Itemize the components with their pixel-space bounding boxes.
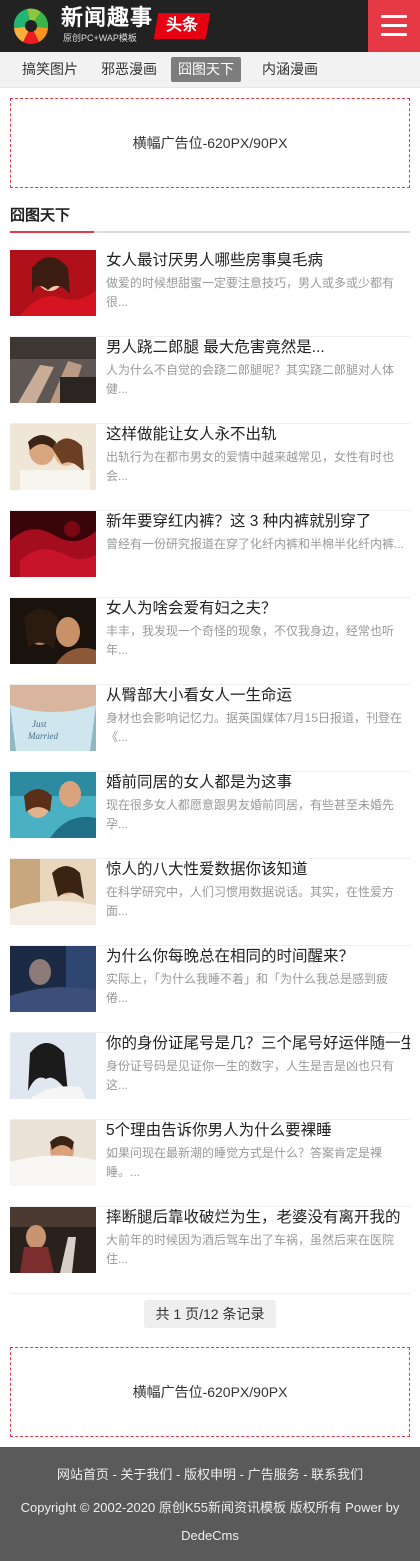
tab-evil-comics[interactable]: 邪恶漫画 xyxy=(94,57,164,82)
article-title[interactable]: 女人最讨厌男人哪些房事臭毛病 xyxy=(106,249,410,273)
list-item[interactable]: 新年要穿红内裤？这 3 种内裤就别穿了 曾经有一份研究报道在穿了化纤内裤和半棉半… xyxy=(10,511,410,598)
footer-link-copyright[interactable]: 版权申明 xyxy=(184,1467,236,1482)
article-summary: 实际上，「为什么我睡不着」和「为什么我总是感到疲倦... xyxy=(106,972,389,1005)
article-summary: 出轨行为在都市男女的爱情中越来越常见，女性有时也会... xyxy=(106,450,395,483)
pagination-info: 共 1 页/12 条记录 xyxy=(144,1300,276,1328)
article-summary: 现在很多女人都愿意跟男友婚前同居，有些甚至未婚先孕... xyxy=(106,798,395,831)
article-title[interactable]: 这样做能让女人永不出轨 xyxy=(106,423,410,447)
article-summary: 身份证号码是见证你一生的数字，人生是吉是凶也只有这... xyxy=(106,1059,395,1092)
site-footer: 网站首页 - 关于我们 - 版权申明 - 广告服务 - 联系我们 Copyrig… xyxy=(0,1447,420,1561)
footer-separator: - xyxy=(108,1467,121,1482)
article-summary: 如果问现在最新潮的睡觉方式是什么？答案肯定是裸睡。... xyxy=(106,1146,383,1179)
logo-subtitle: 原创PC+WAP模板 xyxy=(63,33,137,43)
footer-link-ads[interactable]: 广告服务 xyxy=(248,1467,300,1482)
list-item[interactable]: 5个理由告诉你男人为什么要裸睡 如果问现在最新潮的睡觉方式是什么？答案肯定是裸睡… xyxy=(10,1120,410,1207)
article-title[interactable]: 摔断腿后靠收破烂为生，老婆没有离开我的 xyxy=(106,1206,410,1230)
article-thumbnail[interactable] xyxy=(10,1207,96,1273)
footer-link-contact[interactable]: 联系我们 xyxy=(311,1467,363,1482)
list-item[interactable]: 摔断腿后靠收破烂为生，老婆没有离开我的 大前年的时候因为酒后驾车出了车祸，虽然后… xyxy=(10,1207,410,1294)
article-title[interactable]: 你的身份证尾号是几？三个尾号好运伴随一生 xyxy=(106,1032,410,1056)
article-title[interactable]: 女人为啥会爱有妇之夫？ xyxy=(106,597,410,621)
article-title[interactable]: 惊人的八大性爱数据你该知道 xyxy=(106,858,410,882)
article-thumbnail[interactable] xyxy=(10,337,96,403)
footer-separator: - xyxy=(299,1467,312,1482)
list-item[interactable]: 你的身份证尾号是几？三个尾号好运伴随一生 身份证号码是见证你一生的数字，人生是吉… xyxy=(10,1033,410,1120)
article-thumbnail[interactable] xyxy=(10,250,96,316)
logo-badge: 头条 xyxy=(153,13,211,39)
article-thumbnail[interactable] xyxy=(10,424,96,490)
footer-links: 网站首页 - 关于我们 - 版权申明 - 广告服务 - 联系我们 xyxy=(0,1466,420,1484)
menu-button[interactable] xyxy=(368,0,420,52)
article-summary: 做爱的时候想甜蜜一定要注意技巧，男人或多或少都有很... xyxy=(106,276,395,309)
list-item[interactable]: 男人跷二郎腿 最大危害竟然是... 人为什么不自觉的会跷二郎腿呢？其实跷二郎腿对… xyxy=(10,337,410,424)
svg-text:Married: Married xyxy=(27,731,58,741)
article-title[interactable]: 从臀部大小看女人一生命运 xyxy=(106,684,410,708)
category-tabs: 搞笑图片 邪恶漫画 囧图天下 内涵漫画 xyxy=(0,52,420,88)
list-item[interactable]: 女人最讨厌男人哪些房事臭毛病 做爱的时候想甜蜜一定要注意技巧，男人或多或少都有很… xyxy=(10,250,410,337)
article-thumbnail[interactable] xyxy=(10,598,96,664)
list-item[interactable]: 惊人的八大性爱数据你该知道 在科学研究中，人们习惯用数据说话。其实，在性爱方面.… xyxy=(10,859,410,946)
article-thumbnail[interactable]: Just Married xyxy=(10,685,96,751)
article-summary: 大前年的时候因为酒后驾车出了车祸，虽然后来在医院住... xyxy=(106,1233,395,1266)
list-item[interactable]: Just Married 从臀部大小看女人一生命运 身材也会影响记忆力。据英国媒体… xyxy=(10,685,410,772)
logo-pinwheel-icon[interactable] xyxy=(10,6,52,46)
list-item[interactable]: 为什么你每晚总在相同的时间醒来？ 实际上，「为什么我睡不着」和「为什么我总是感到… xyxy=(10,946,410,1033)
list-item[interactable]: 婚前同居的女人都是为这事 现在很多女人都愿意跟男友婚前同居，有些甚至未婚先孕..… xyxy=(10,772,410,859)
section-divider xyxy=(10,231,410,233)
section-title: 囧图天下 xyxy=(10,207,71,224)
tab-awkward-pictures[interactable]: 囧图天下 xyxy=(171,57,241,82)
tab-funny-pictures[interactable]: 搞笑图片 xyxy=(15,57,85,82)
footer-separator: - xyxy=(236,1467,248,1482)
tab-connotation-comics[interactable]: 内涵漫画 xyxy=(255,57,325,82)
article-summary: 人为什么不自觉的会跷二郎腿呢？其实跷二郎腿对人体健... xyxy=(106,363,395,396)
article-thumbnail[interactable] xyxy=(10,946,96,1012)
footer-link-about[interactable]: 关于我们 xyxy=(120,1467,172,1482)
article-thumbnail[interactable] xyxy=(10,1120,96,1186)
site-header: 新闻趣事 原创PC+WAP模板 头条 xyxy=(0,0,420,52)
logo-badge-label: 头条 xyxy=(165,17,198,34)
article-thumbnail[interactable] xyxy=(10,772,96,838)
svg-text:Just: Just xyxy=(32,719,47,729)
article-thumbnail[interactable] xyxy=(10,859,96,925)
article-summary: 曾经有一份研究报道在穿了化纤内裤和半棉半化纤内裤... xyxy=(106,537,404,551)
article-thumbnail[interactable] xyxy=(10,1033,96,1099)
article-title[interactable]: 婚前同居的女人都是为这事 xyxy=(106,771,410,795)
article-title[interactable]: 男人跷二郎腿 最大危害竟然是... xyxy=(106,336,410,360)
article-title[interactable]: 为什么你每晚总在相同的时间醒来？ xyxy=(106,945,410,969)
footer-copyright: Copyright © 2002-2020 原创K55新闻资讯模板 版权所有 P… xyxy=(20,1500,400,1543)
article-thumbnail[interactable] xyxy=(10,511,96,577)
article-summary: 身材也会影响记忆力。据英国媒体7月15日报道，刊登在《... xyxy=(106,711,403,744)
logo-title[interactable]: 新闻趣事 xyxy=(61,6,153,30)
article-title[interactable]: 新年要穿红内裤？这 3 种内裤就别穿了 xyxy=(106,510,410,534)
article-summary: 在科学研究中，人们习惯用数据说话。其实，在性爱方面... xyxy=(106,885,395,918)
banner-ad-top[interactable]: 横幅广告位-620PX/90PX xyxy=(10,98,410,188)
footer-separator: - xyxy=(172,1467,184,1482)
list-item[interactable]: 这样做能让女人永不出轨 出轨行为在都市男女的爱情中越来越常见，女性有时也会... xyxy=(10,424,410,511)
list-item[interactable]: 女人为啥会爱有妇之夫？ 丰丰，我发现一个奇怪的现象，不仅我身边，经常也听年... xyxy=(10,598,410,685)
article-summary: 丰丰，我发现一个奇怪的现象，不仅我身边，经常也听年... xyxy=(106,624,395,657)
footer-link-home[interactable]: 网站首页 xyxy=(57,1467,109,1482)
banner-ad-bottom[interactable]: 横幅广告位-620PX/90PX xyxy=(10,1347,410,1437)
article-title[interactable]: 5个理由告诉你男人为什么要裸睡 xyxy=(106,1119,410,1143)
